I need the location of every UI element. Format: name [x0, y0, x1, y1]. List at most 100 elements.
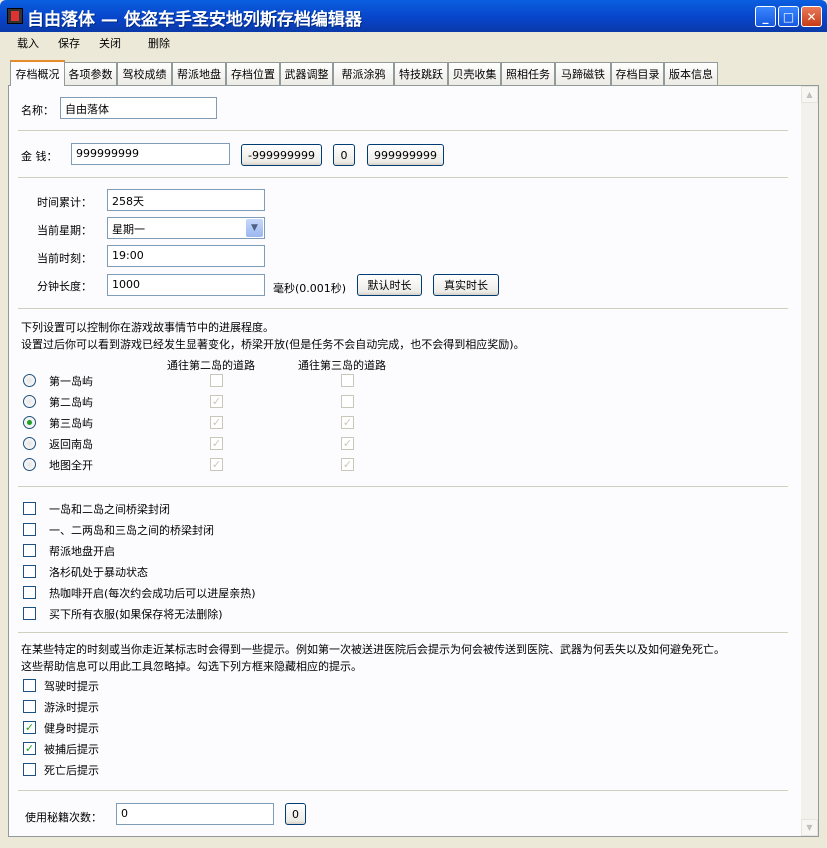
divider — [18, 632, 788, 633]
hint-checkbox[interactable]: ✓ — [23, 721, 36, 734]
window-title: 自由落体 — 侠盗车手圣安地列斯存档编辑器 — [27, 10, 362, 30]
close-window-button[interactable]: ✕ — [801, 6, 822, 27]
flag-label: 帮派地盘开启 — [49, 545, 115, 558]
flag-checkbox[interactable] — [23, 502, 36, 515]
island-label: 返回南岛 — [49, 438, 93, 451]
hints-desc-2: 这些帮助信息可以用此工具忽略掉。勾选下列方框来隐藏相应的提示。 — [21, 660, 362, 673]
money-min-button[interactable]: -999999999 — [241, 144, 322, 166]
road-checkbox: ✓ — [341, 416, 354, 429]
real-duration-button[interactable]: 真实时长 — [433, 274, 499, 296]
island-radio[interactable] — [23, 395, 36, 408]
road-checkbox — [210, 374, 223, 387]
hint-checkbox[interactable] — [23, 763, 36, 776]
road-checkbox — [341, 374, 354, 387]
minute-unit-label: 毫秒(0.001秒) — [273, 282, 347, 295]
clock-label: 当前时刻： — [37, 252, 92, 265]
maximize-button[interactable]: □ — [778, 6, 799, 27]
flag-label: 洛杉矶处于暴动状态 — [49, 566, 148, 579]
menu-bar: 载入 保存 关闭 删除 — [0, 32, 827, 53]
tab-4[interactable]: 帮派地盘 — [172, 62, 226, 85]
divider — [18, 308, 788, 309]
island-label: 第一岛屿 — [49, 375, 93, 388]
hint-label: 游泳时提示 — [44, 701, 99, 714]
road-checkbox — [341, 395, 354, 408]
days-input[interactable]: 258天 — [107, 189, 265, 211]
menu-load[interactable]: 载入 — [17, 35, 39, 51]
tab-2[interactable]: 各项参数 — [64, 62, 117, 85]
tab-10[interactable]: 照相任务 — [501, 62, 555, 85]
road-checkbox: ✓ — [341, 437, 354, 450]
flag-checkbox[interactable] — [23, 586, 36, 599]
cheats-reset-button[interactable]: 0 — [285, 803, 306, 825]
weekday-label: 当前星期： — [37, 224, 92, 237]
hint-label: 被捕后提示 — [44, 743, 99, 756]
divider — [18, 790, 788, 791]
money-input[interactable]: 999999999 — [71, 143, 230, 165]
hints-desc-1: 在某些特定的时刻或当你走近某标志时会得到一些提示。例如第一次被送进医院后会提示为… — [21, 643, 725, 656]
tab-8[interactable]: 特技跳跃 — [394, 62, 448, 85]
tab-7[interactable]: 帮派涂鸦 — [333, 62, 394, 85]
menu-close[interactable]: 关闭 — [99, 35, 121, 51]
island-label: 地图全开 — [49, 459, 93, 472]
flag-checkbox[interactable] — [23, 523, 36, 536]
road-checkbox: ✓ — [210, 458, 223, 471]
scroll-down-icon[interactable]: ▼ — [801, 819, 818, 836]
hint-label: 死亡后提示 — [44, 764, 99, 777]
island-label: 第三岛屿 — [49, 417, 93, 430]
hint-checkbox[interactable] — [23, 700, 36, 713]
island-label: 第二岛屿 — [49, 396, 93, 409]
island-radio[interactable] — [23, 458, 36, 471]
tab-5[interactable]: 存档位置 — [226, 62, 280, 85]
money-zero-button[interactable]: 0 — [333, 144, 355, 166]
tab-11[interactable]: 马蹄磁铁 — [555, 62, 611, 85]
money-label: 金 钱： — [21, 150, 58, 163]
clock-input[interactable]: 19:00 — [107, 245, 265, 267]
menu-delete[interactable]: 删除 — [148, 35, 170, 51]
title-bar[interactable]: 自由落体 — 侠盗车手圣安地列斯存档编辑器 _ □ ✕ — [0, 0, 827, 32]
tab-12[interactable]: 存档目录 — [611, 62, 664, 85]
minute-length-input[interactable]: 1000 — [107, 274, 265, 296]
flag-label: 买下所有衣服(如果保存将无法删除) — [49, 608, 223, 621]
default-duration-button[interactable]: 默认时长 — [357, 274, 422, 296]
road-checkbox: ✓ — [210, 395, 223, 408]
weekday-select[interactable]: 星期一 ▼ — [107, 217, 265, 239]
name-label: 名称： — [21, 104, 54, 117]
progress-desc-2: 设置过后你可以看到游戏已经发生显著变化，桥梁开放(但是任务不会自动完成，也不会得… — [21, 338, 525, 351]
chevron-down-icon[interactable]: ▼ — [246, 219, 263, 237]
flag-checkbox[interactable] — [23, 607, 36, 620]
column-road-island3: 通往第三岛的道路 — [298, 359, 386, 372]
flag-checkbox[interactable] — [23, 565, 36, 578]
cheats-input[interactable]: 0 — [116, 803, 274, 825]
hint-label: 驾驶时提示 — [44, 680, 99, 693]
column-road-island2: 通往第二岛的道路 — [167, 359, 255, 372]
minute-length-label: 分钟长度： — [37, 280, 92, 293]
cheats-label: 使用秘籍次数： — [25, 811, 102, 824]
hint-checkbox[interactable] — [23, 679, 36, 692]
app-icon — [7, 8, 23, 24]
hint-checkbox[interactable]: ✓ — [23, 742, 36, 755]
menu-save[interactable]: 保存 — [58, 35, 80, 51]
vertical-scrollbar[interactable]: ▲ ▼ — [801, 86, 818, 836]
weekday-value: 星期一 — [112, 223, 145, 236]
tab-6[interactable]: 武器调整 — [280, 62, 333, 85]
island-radio[interactable] — [23, 374, 36, 387]
divider — [18, 130, 788, 131]
tab-3[interactable]: 驾校成绩 — [117, 62, 172, 85]
flag-label: 一、二两岛和三岛之间的桥梁封闭 — [49, 524, 214, 537]
road-checkbox: ✓ — [210, 416, 223, 429]
minimize-button[interactable]: _ — [755, 6, 776, 27]
days-label: 时间累计： — [37, 196, 92, 209]
road-checkbox: ✓ — [341, 458, 354, 471]
tab-9[interactable]: 贝壳收集 — [448, 62, 501, 85]
progress-desc-1: 下列设置可以控制你在游戏故事情节中的进展程度。 — [21, 321, 274, 334]
tab-1[interactable]: 存档概况 — [10, 60, 65, 86]
hint-label: 健身时提示 — [44, 722, 99, 735]
flag-checkbox[interactable] — [23, 544, 36, 557]
money-max-button[interactable]: 999999999 — [367, 144, 444, 166]
name-input[interactable]: 自由落体 — [60, 97, 217, 119]
island-radio[interactable] — [23, 416, 36, 429]
scroll-up-icon[interactable]: ▲ — [801, 86, 818, 103]
tab-13[interactable]: 版本信息 — [664, 62, 718, 85]
island-radio[interactable] — [23, 437, 36, 450]
road-checkbox: ✓ — [210, 437, 223, 450]
